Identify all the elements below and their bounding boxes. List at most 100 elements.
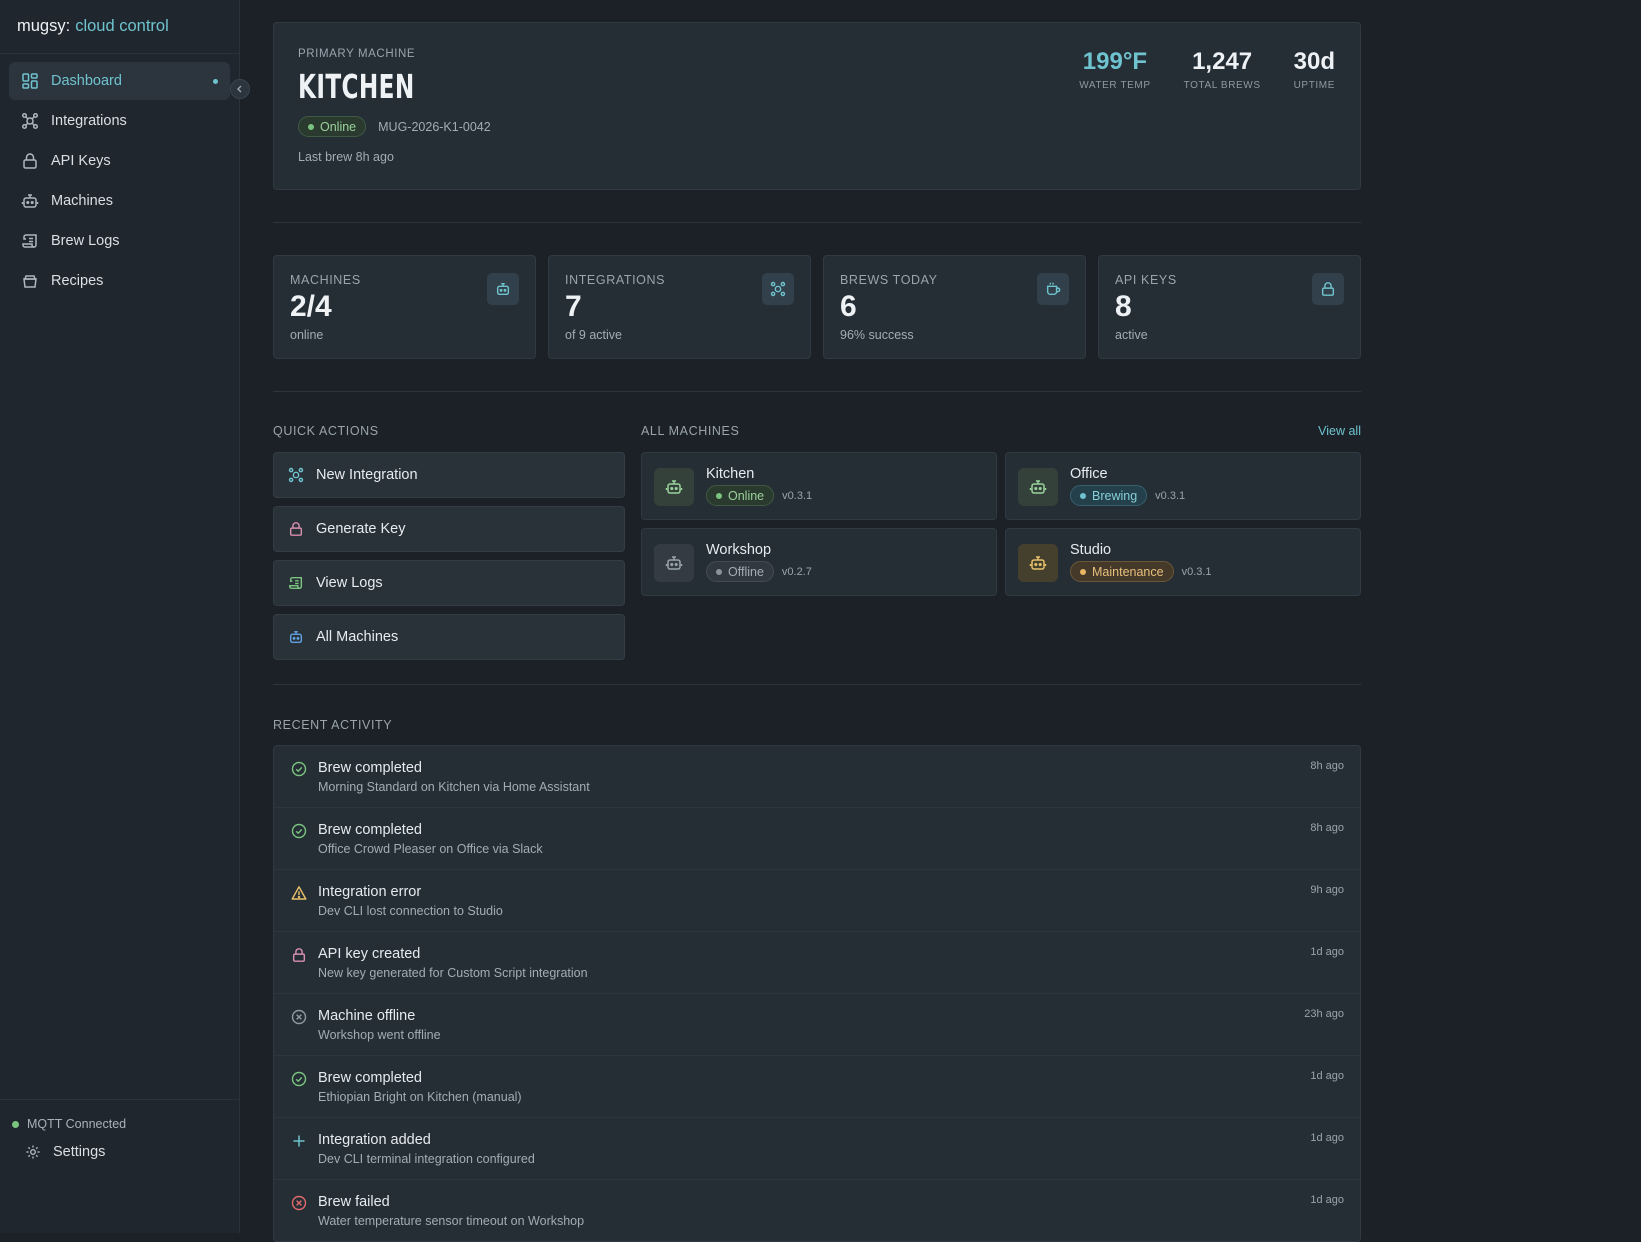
machine-card-kitchen[interactable]: Kitchen Online v0.3.1 [641,452,997,520]
activity-time: 23h ago [1304,1008,1344,1020]
sidebar-item-label: Recipes [51,273,104,289]
stat-label: BREWS TODAY [840,273,938,287]
machine-card-workshop[interactable]: Workshop Offline v0.2.7 [641,528,997,596]
settings-button[interactable]: Settings [25,1144,105,1160]
brand-accent: cloud control [75,17,169,35]
stat-value: 7 [565,290,582,323]
scroll-icon [21,232,39,250]
quick-action-label: View Logs [316,575,383,591]
status-badge: Online [706,485,775,506]
stat-card-integrations[interactable]: INTEGRATIONS 7 of 9 active [548,255,811,359]
status-dot [1080,568,1086,575]
list-item[interactable]: Brew failed Water temperature sensor tim… [274,1180,1360,1241]
activity-title: Brew completed [318,760,422,776]
quick-action-label: Generate Key [316,521,406,537]
sidebar-footer: MQTT Connected Settings [0,1099,239,1233]
list-item[interactable]: Integration added Dev CLI terminal integ… [274,1118,1360,1180]
machine-version: v0.3.1 [1155,489,1186,502]
activity-title: Brew failed [318,1194,390,1210]
x-circle-icon [290,1194,308,1212]
primary-machine-card[interactable]: PRIMARY MACHINE KITCHEN Online MUG-2026-… [273,22,1361,190]
check-circle-icon [290,822,308,840]
stat-card-api-keys[interactable]: API KEYS 8 active [1098,255,1361,359]
check-circle-icon [290,760,308,778]
activity-title: Integration added [318,1132,431,1148]
status-badge: Brewing [1070,485,1148,506]
robot-icon [1018,544,1058,582]
activity-title: API key created [318,946,421,962]
divider [273,684,1361,685]
settings-label: Settings [53,1144,106,1160]
active-dot [213,79,218,84]
sidebar-item-integrations[interactable]: Integrations [9,102,230,140]
last-brew: Last brew 8h ago [298,150,394,164]
machines-grid: Kitchen Online v0.3.1 Office Brewing v0.… [641,452,1361,596]
generate-key-button[interactable]: Generate Key [273,506,625,552]
sidebar-item-dashboard[interactable]: Dashboard [9,62,230,100]
metric-label: WATER TEMP [1079,80,1151,91]
status-dot [308,123,314,130]
sidebar-item-label: Dashboard [51,73,122,89]
activity-desc: Ethiopian Bright on Kitchen (manual) [318,1090,522,1104]
machine-status-row: Offline v0.2.7 [706,561,812,582]
dashboard-icon [21,72,39,90]
divider [273,222,1361,223]
brand-logo[interactable]: mugsy: cloud control [0,0,239,54]
activity-desc: Morning Standard on Kitchen via Home Ass… [318,780,590,794]
view-all-link[interactable]: View all [1318,424,1361,438]
machine-card-office[interactable]: Office Brewing v0.3.1 [1005,452,1361,520]
status-dot [12,1120,19,1128]
robot-icon [288,629,304,645]
recipe-icon [21,272,39,290]
machine-status-row: Brewing v0.3.1 [1070,485,1185,506]
activity-title: Integration error [318,884,422,900]
warning-icon [290,884,308,902]
stat-card-brews-today[interactable]: BREWS TODAY 6 96% success [823,255,1086,359]
metric-uptime: 30d UPTIME [1294,48,1335,91]
quick-action-label: All Machines [316,629,399,645]
collapse-sidebar-button[interactable] [230,79,250,99]
list-item[interactable]: Brew completed Ethiopian Bright on Kitch… [274,1056,1360,1118]
robot-icon [654,544,694,582]
sidebar-item-label: API Keys [51,153,111,169]
status-badge-label: Brewing [1092,488,1138,503]
list-item[interactable]: Brew completed Morning Standard on Kitch… [274,746,1360,808]
integrations-icon [762,273,794,305]
list-item[interactable]: Brew completed Office Crowd Pleaser on O… [274,808,1360,870]
sidebar-nav: Dashboard Integrations API Keys Machines [0,54,239,310]
activity-time: 1d ago [1310,946,1344,958]
sidebar-item-brew-logs[interactable]: Brew Logs [9,222,230,260]
all-machines-button[interactable]: All Machines [273,614,625,660]
machine-version: v0.2.7 [781,565,812,578]
robot-icon [487,273,519,305]
lock-icon [21,152,39,170]
sidebar-item-machines[interactable]: Machines [9,182,230,220]
machine-card-studio[interactable]: Studio Maintenance v0.3.1 [1005,528,1361,596]
activity-desc: Office Crowd Pleaser on Office via Slack [318,842,543,856]
scroll-icon [288,575,304,591]
mqtt-status: MQTT Connected [12,1117,126,1131]
sidebar: mugsy: cloud control Dashboard Integrati… [0,0,240,1233]
robot-icon [21,192,39,210]
metric-value: 30d [1293,48,1335,75]
view-logs-button[interactable]: View Logs [273,560,625,606]
sidebar-item-recipes[interactable]: Recipes [9,262,230,300]
metric-total-brews: 1,247 TOTAL BREWS [1184,48,1261,91]
list-item[interactable]: Integration error Dev CLI lost connectio… [274,870,1360,932]
list-item[interactable]: API key created New key generated for Cu… [274,932,1360,994]
sidebar-item-api-keys[interactable]: API Keys [9,142,230,180]
hero-label: PRIMARY MACHINE [298,48,416,60]
status-badge: Online [298,116,367,137]
activity-desc: Dev CLI lost connection to Studio [318,904,503,918]
list-item[interactable]: Machine offline Workshop went offline 23… [274,994,1360,1056]
gear-icon [25,1144,41,1160]
lock-icon [290,946,308,964]
stat-card-machines[interactable]: MACHINES 2/4 online [273,255,536,359]
section-title: RECENT ACTIVITY [273,718,393,732]
new-integration-button[interactable]: New Integration [273,452,625,498]
stats-row: MACHINES 2/4 online INTEGRATIONS 7 of 9 … [273,255,1361,359]
activity-time: 1d ago [1310,1070,1344,1082]
status-dot [716,492,722,499]
stat-label: API KEYS [1115,273,1177,287]
status-badge-label: Maintenance [1092,564,1164,579]
